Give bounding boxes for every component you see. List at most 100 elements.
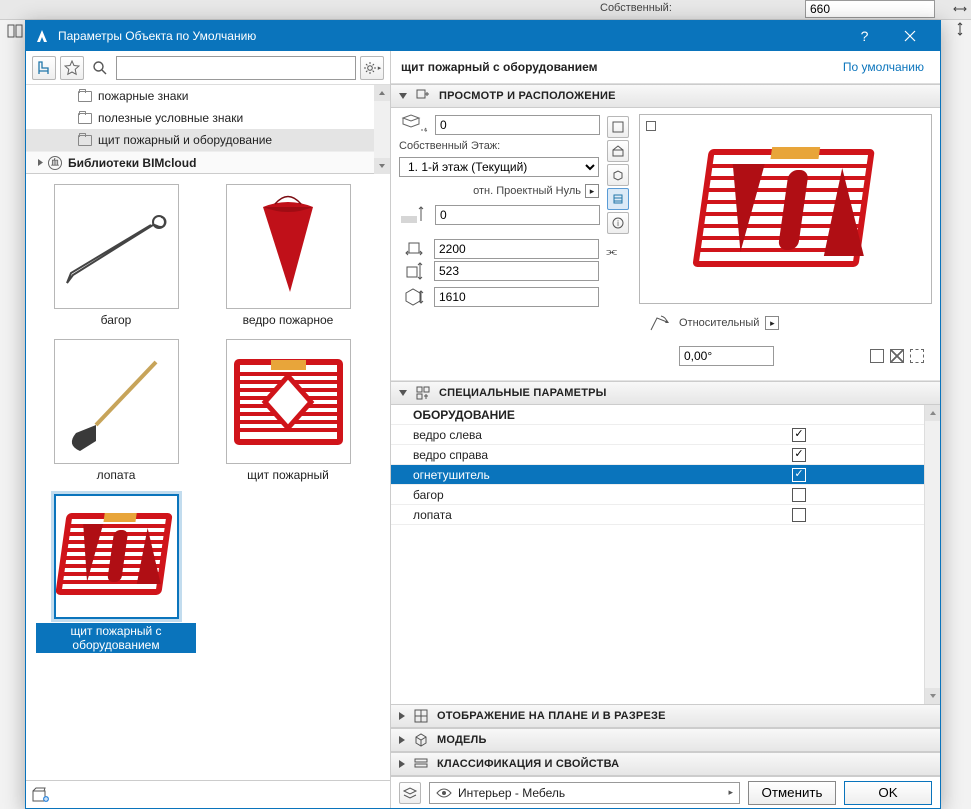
library-item[interactable]: щит пожарный <box>208 339 368 482</box>
layer-name: Интерьер - Мебель <box>458 786 565 800</box>
preview-mode-symbol[interactable] <box>607 116 629 138</box>
search-input[interactable] <box>116 56 356 80</box>
titlebar: Параметры Объекта по Умолчанию ? <box>26 21 940 51</box>
height-icon <box>399 287 428 307</box>
param-checkbox[interactable] <box>792 468 806 482</box>
param-row[interactable]: лопата <box>391 505 924 525</box>
proj-zero-input[interactable] <box>435 205 600 225</box>
chevron-right-icon <box>36 158 45 167</box>
left-toolbar: ▸ <box>26 51 390 85</box>
cancel-button[interactable]: Отменить <box>748 781 836 805</box>
preview-mode-3d[interactable] <box>607 164 629 186</box>
tree-item[interactable]: щит пожарный и оборудование <box>26 129 390 151</box>
params-scrollbar[interactable] <box>924 405 940 704</box>
section-preview-positioning[interactable]: ПРОСМОТР И РАСПОЛОЖЕНИЕ <box>391 84 940 108</box>
section2-body: ОБОРУДОВАНИЕ ведро слева ведро справа ог… <box>391 405 940 704</box>
library-item[interactable]: щит пожарный с оборудованием <box>36 494 196 653</box>
angle-row <box>639 346 932 374</box>
relative-flyout[interactable]: ▸ <box>765 316 779 330</box>
param-row[interactable]: ведро слева <box>391 425 924 445</box>
bg-book-icon <box>6 22 24 40</box>
layer-select[interactable]: Интерьер - Мебель ▸ <box>429 782 740 804</box>
param-row[interactable]: ведро справа <box>391 445 924 465</box>
floor-select[interactable]: 1. 1-й этаж (Текущий) <box>399 157 599 177</box>
section-model[interactable]: МОДЕЛЬ <box>391 728 940 752</box>
param-row[interactable]: багор <box>391 485 924 505</box>
param-label: ведро слева <box>413 428 792 442</box>
dialog: Параметры Объекта по Умолчанию ? <box>25 20 941 809</box>
right-pane: щит пожарный с оборудованием По умолчани… <box>391 51 940 808</box>
depth-input[interactable] <box>434 261 599 281</box>
tree-item-library[interactable]: 血 Библиотеки BIMcloud <box>26 151 390 173</box>
section-title: КЛАССИФИКАЦИЯ И СВОЙСТВА <box>437 758 619 770</box>
param-group-header[interactable]: ОБОРУДОВАНИЕ <box>391 405 924 425</box>
param-checkbox[interactable] <box>792 488 806 502</box>
library-item[interactable]: лопата <box>36 339 196 482</box>
bg-own-input[interactable] <box>805 0 935 18</box>
app-icon <box>34 28 50 44</box>
library-manager-button[interactable] <box>32 787 60 803</box>
bg-expand-h-icon <box>953 2 967 16</box>
position-icon <box>415 88 431 104</box>
floor-label: Собственный Этаж: <box>399 140 599 152</box>
preview-mode-info[interactable]: i <box>607 212 629 234</box>
link-dims-toggle[interactable]: ⫘ <box>606 244 617 259</box>
thumbnail <box>54 339 179 464</box>
help-button[interactable]: ? <box>842 21 887 51</box>
shovel-icon <box>61 347 171 457</box>
mirror-x-icon[interactable] <box>890 349 904 363</box>
param-checkbox[interactable] <box>792 508 806 522</box>
param-checkbox[interactable] <box>792 428 806 442</box>
rotation-icon <box>647 312 673 334</box>
preview-mode-elevation[interactable] <box>607 188 629 210</box>
chevron-right-icon <box>399 712 405 720</box>
chair-icon-button[interactable] <box>32 56 56 80</box>
section-title: ПРОСМОТР И РАСПОЛОЖЕНИЕ <box>439 90 616 102</box>
proj-zero-value-row <box>399 204 599 226</box>
favorite-toggle[interactable] <box>60 56 84 80</box>
settings-button[interactable]: ▸ <box>360 56 384 80</box>
library-manager-icon <box>32 787 50 803</box>
scroll-up-icon[interactable] <box>374 85 390 101</box>
library-grid: багор ведро пожарное <box>26 174 390 780</box>
angle-input[interactable] <box>679 346 774 366</box>
section-classification[interactable]: КЛАССИФИКАЦИЯ И СВОЙСТВА <box>391 752 940 776</box>
height-input[interactable] <box>434 287 599 307</box>
scroll-down-icon[interactable] <box>925 688 940 704</box>
default-settings-link[interactable]: По умолчанию <box>837 58 930 76</box>
width-input[interactable] <box>434 239 599 259</box>
rotation-row: Относительный ▸ <box>639 308 932 342</box>
star-icon <box>64 60 80 76</box>
hook-icon <box>61 207 171 287</box>
proj-zero-icon <box>399 205 429 225</box>
tree-item[interactable]: полезные условные знаки <box>26 107 390 129</box>
close-button[interactable] <box>887 21 932 51</box>
param-checkbox[interactable] <box>792 448 806 462</box>
floor-row: 1. 1-й этаж (Текущий) <box>399 156 599 178</box>
mirror-y-icon[interactable] <box>910 349 924 363</box>
tree-scrollbar[interactable] <box>374 85 390 174</box>
thumbnail-label: лопата <box>97 468 136 482</box>
chevron-down-icon <box>399 93 407 99</box>
thumbnail <box>54 184 179 309</box>
param-row[interactable]: огнетушитель <box>391 465 924 485</box>
section-special-params[interactable]: СПЕЦИАЛЬНЫЕ ПАРАМЕТРЫ <box>391 381 940 405</box>
search-icon-button[interactable] <box>88 56 112 80</box>
scroll-down-icon[interactable] <box>374 158 390 174</box>
preview-mode-plan[interactable] <box>607 140 629 162</box>
library-item[interactable]: багор <box>36 184 196 327</box>
scroll-up-icon[interactable] <box>925 405 940 421</box>
thumbnail <box>226 184 351 309</box>
section-floorplan-section[interactable]: ОТОБРАЖЕНИЕ НА ПЛАНЕ И В РАЗРЕЗЕ <box>391 704 940 728</box>
z-input[interactable] <box>435 115 600 135</box>
folder-tree: пожарные знаки полезные условные знаки щ… <box>26 85 390 174</box>
proj-zero-flyout[interactable]: ▸ <box>585 184 599 198</box>
ok-button[interactable]: OK <box>844 781 932 805</box>
params-icon <box>415 385 431 401</box>
folder-icon <box>78 91 92 102</box>
mirror-none-icon[interactable] <box>870 349 884 363</box>
tree-item[interactable]: пожарные знаки <box>26 85 390 107</box>
chevron-right-icon <box>399 736 405 744</box>
layer-icon-button[interactable] <box>399 782 421 804</box>
library-item[interactable]: ведро пожарное <box>208 184 368 327</box>
